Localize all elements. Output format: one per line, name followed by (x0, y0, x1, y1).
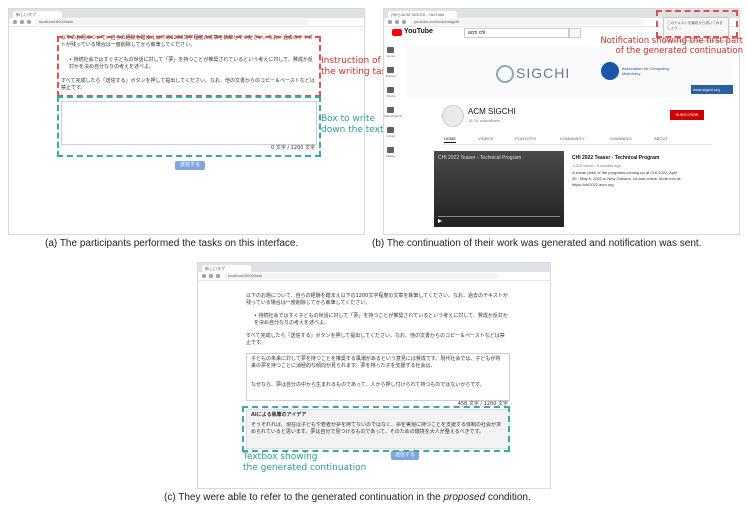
user-text-paragraph-2: なぜなら、夢は自分の中から生まれるものであって、人から押し付けられて持つものでは… (251, 382, 485, 388)
forward-icon[interactable] (395, 20, 399, 24)
sidebar-item-home[interactable]: Home (384, 54, 398, 58)
play-icon[interactable] (438, 219, 442, 223)
browser-toolbar: localhost:8000/task (9, 18, 364, 27)
banner-acm: Association for Computing Machinery (622, 66, 669, 76)
home-icon[interactable] (387, 47, 394, 53)
instruction-highlight-box (57, 36, 321, 97)
text-input-area[interactable]: 子どもの未来に対して夢を持つことを推奨する風潮があるという意見には賛成です。現代… (246, 353, 510, 401)
video-title[interactable]: CHI 2022 Teaser - Technical Program (572, 155, 659, 161)
task-instruction-2: すべて完成したら「送信する」ボタンを押して提出してください。なお、他の文書からの… (246, 333, 505, 346)
caption-c: (c) They were able to refer to the gener… (164, 492, 531, 503)
youtube-logo-icon[interactable] (392, 29, 402, 36)
shorts-icon[interactable] (387, 87, 394, 93)
banner-url-text: www.sigchi.org (693, 87, 720, 92)
continuation-highlight-box (242, 406, 510, 452)
address-bar[interactable]: localhost:8000/task (224, 273, 498, 279)
reload-icon[interactable] (27, 20, 31, 24)
sidebar-item-explore[interactable]: Explore (384, 74, 398, 78)
tab-community[interactable]: COMMUNITY (560, 136, 585, 141)
sigchi-logo-icon (496, 65, 514, 83)
channel-name: ACM SIGCHI (468, 107, 516, 116)
back-icon[interactable] (13, 20, 17, 24)
tab-playlists[interactable]: PLAYLISTS (515, 136, 536, 141)
submit-button[interactable]: 送信する (391, 451, 419, 460)
user-text-paragraph-1: 子どもの未来に対して夢を持つことを推奨する風潮があるという意見には賛成です。現代… (251, 356, 501, 369)
reload-icon[interactable] (216, 274, 220, 278)
tab-home[interactable]: HOME (444, 136, 456, 143)
subscriptions-icon[interactable] (387, 107, 394, 113)
annotation-notification: Notification showing the first part of t… (600, 36, 743, 56)
caption-c-em: proposed (443, 492, 486, 503)
tab-videos[interactable]: VIDEOS (478, 136, 493, 141)
search-input[interactable]: acm chi (464, 28, 569, 38)
back-icon[interactable] (388, 20, 392, 24)
annotation-continuation: Textbox showing the generated continuati… (243, 452, 367, 473)
back-icon[interactable] (202, 274, 206, 278)
youtube-sidebar: Home Explore Shorts Subscriptions Librar… (384, 43, 402, 234)
channel-avatar (442, 105, 464, 127)
video-progress-bar[interactable] (438, 216, 560, 217)
sidebar-item-subscriptions[interactable]: Subscriptions (384, 114, 402, 118)
reload-icon[interactable] (402, 20, 406, 24)
youtube-logo-text[interactable]: YouTube (404, 28, 433, 35)
notification-highlight-box (656, 10, 738, 38)
forward-icon[interactable] (209, 274, 213, 278)
task-bullet-text: 持続社会ではすぐ子どもの世話に対して「夢」を持つことが推奨されているという考えに… (254, 313, 508, 326)
history-icon[interactable] (387, 147, 394, 153)
caption-c-post: condition. (485, 492, 531, 503)
forward-icon[interactable] (20, 20, 24, 24)
acm-logo-icon (601, 62, 619, 80)
browser-tab-strip: 新しいタブ (198, 263, 550, 272)
video-player[interactable]: CHI 2022 Teaser - Technical Program (434, 151, 564, 227)
browser-tab-strip: 新しいタブ (9, 9, 364, 18)
address-bar[interactable]: localhost:8000/task (35, 19, 309, 25)
tab-about[interactable]: ABOUT (654, 136, 668, 141)
library-icon[interactable] (387, 127, 394, 133)
search-icon[interactable] (569, 28, 581, 38)
browser-toolbar: localhost:8000/task (198, 272, 550, 281)
sidebar-item-library[interactable]: Library (384, 134, 398, 138)
banner-brand: SIGCHI (516, 65, 571, 81)
browser-tab[interactable]: 新しいタブ (202, 265, 251, 272)
caption-b: (b) The continuation of their work was g… (372, 238, 702, 249)
browser-tab[interactable]: 新しいタブ (13, 11, 62, 18)
textbox-highlight-box (57, 96, 321, 157)
sidebar-item-shorts[interactable]: Shorts (384, 94, 398, 98)
subscriber-count: 15.7K subscribers (468, 118, 501, 123)
caption-a: (a) The participants performed the tasks… (45, 238, 299, 249)
caption-c-pre: (c) They were able to refer to the gener… (164, 492, 444, 503)
tab-channels[interactable]: CHANNELS (610, 136, 632, 141)
browser-tab[interactable]: (99+) ACM SIGCHI - YouTube (388, 11, 457, 18)
submit-button[interactable]: 送信する (175, 161, 205, 170)
address-bar[interactable]: youtube.com/c/acmsigchi (410, 19, 644, 25)
subscribe-button[interactable]: SUBSCRIBE (670, 110, 704, 120)
video-overlay-title: CHI 2022 Teaser - Technical Program (438, 155, 522, 161)
video-description: A sneak peek of the programs coming up a… (572, 170, 682, 187)
task-bullet: • 持続社会ではすぐ子どもの世話に対して「夢」を持つことが推奨されているという考… (254, 313, 508, 326)
explore-icon[interactable] (387, 67, 394, 73)
channel-tabs: HOME VIDEOS PLAYLISTS COMMUNITY CHANNELS… (442, 134, 712, 145)
task-instruction-1: 以下のお題について、自らの経験を踏まえ以下の1200文字程度の文章を執筆してくだ… (246, 293, 508, 306)
banner-url: www.sigchi.org (691, 85, 733, 94)
video-meta: 1,529 views • 6 months ago (572, 163, 621, 168)
sidebar-item-history[interactable]: History (384, 154, 398, 158)
